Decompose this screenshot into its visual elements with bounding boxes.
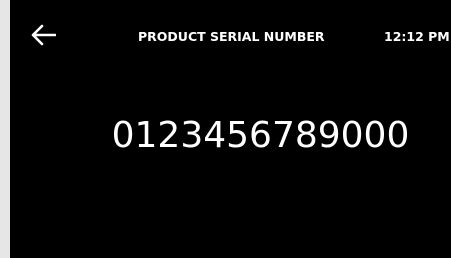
- serial-number-value: 0123456789000: [111, 115, 410, 156]
- arrow-left-icon: [31, 24, 56, 46]
- status-time: 12:12 PM: [384, 29, 450, 44]
- device-screen: PRODUCT SERIAL NUMBER 12:12 PM 012345678…: [10, 0, 451, 258]
- header-bar: PRODUCT SERIAL NUMBER 12:12 PM: [10, 0, 451, 70]
- back-button[interactable]: [26, 20, 66, 54]
- page-title: PRODUCT SERIAL NUMBER: [138, 29, 325, 44]
